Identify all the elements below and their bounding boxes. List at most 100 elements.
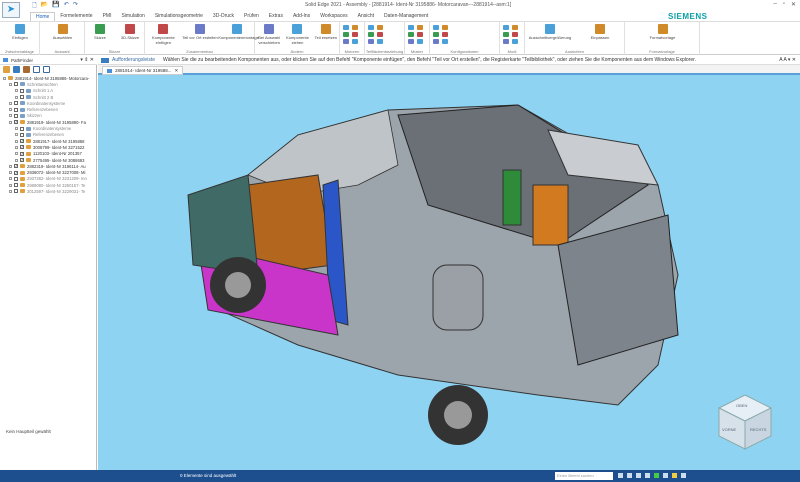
ribbon-button-einpassen[interactable]: Einpassen [575,24,625,40]
visibility-checkbox[interactable] [14,107,18,112]
save-icon[interactable]: 💾 [52,1,59,11]
tab-daten-management[interactable]: Daten-Management [379,12,433,21]
ribbon-button-formatvorlage[interactable]: Formatvorlage [625,24,700,40]
ribbon-button-bei-auswahl-verschieben[interactable]: Bei Auswahl verschieben [255,24,283,45]
fit-icon[interactable] [618,473,623,478]
expand-icon[interactable] [9,171,12,175]
small-tool-icon[interactable] [377,25,383,30]
expand-icon[interactable] [15,133,18,137]
tab-extras[interactable]: Extras [264,12,288,21]
expand-icon[interactable] [9,120,12,124]
ribbon-button-ausw-hlen[interactable]: Auswählen [40,24,85,40]
ribbon-button-3d-skizze[interactable]: 3D-Skizze [115,24,145,40]
small-tool-icon[interactable] [368,32,374,37]
font-size-icon[interactable]: A A ▾ ✕ [779,57,796,63]
small-tool-icon[interactable] [433,25,439,30]
expand-icon[interactable] [15,158,18,162]
zoom-icon[interactable] [627,473,632,478]
visibility-checkbox[interactable] [20,132,24,137]
tab-pmi[interactable]: PMI [98,12,117,21]
open-icon[interactable]: 📂 [41,1,48,11]
small-tool-icon[interactable] [408,25,414,30]
expand-icon[interactable] [15,127,18,131]
shade-icon[interactable] [672,473,677,478]
small-tool-icon[interactable] [368,25,374,30]
visibility-checkbox[interactable]: ✓ [20,145,24,150]
command-search-input[interactable]: Einen Befehl suchen [555,472,613,480]
tab-pr-fen[interactable]: Prüfen [239,12,264,21]
small-tool-icon[interactable] [442,39,448,44]
new-icon[interactable]: 🗋 [32,1,37,11]
expand-icon[interactable] [15,89,18,93]
ribbon-button-komponente-einf-gen[interactable]: Komponente einfügen [145,24,182,45]
small-tool-icon[interactable] [408,39,414,44]
visibility-checkbox[interactable]: ✓ [14,120,18,125]
render-icon[interactable] [681,473,686,478]
visibility-checkbox[interactable]: ✓ [20,139,24,144]
app-menu-button[interactable]: ➤ [2,2,20,18]
zoom-area-icon[interactable] [636,473,641,478]
small-tool-icon[interactable] [352,39,358,44]
tab-simulationsgeometrie[interactable]: Simulationsgeometrie [150,12,208,21]
document-tab[interactable]: 2881914- Ident-Nr 319588... ✕ [102,66,184,75]
small-tool-icon[interactable] [368,39,374,44]
ribbon-button-skizze[interactable]: Skizze [85,24,115,40]
expand-icon[interactable] [3,76,6,80]
filter-icon[interactable] [3,66,10,73]
small-tool-icon[interactable] [512,39,518,44]
small-tool-icon[interactable] [417,39,423,44]
options-icon[interactable] [43,66,50,73]
small-tool-icon[interactable] [512,25,518,30]
small-tool-icon[interactable] [377,39,383,44]
visibility-checkbox[interactable] [20,95,24,100]
expand-icon[interactable] [15,152,18,156]
redo-icon[interactable]: ↷ [73,1,78,11]
tab-home[interactable]: Home [30,12,56,21]
small-tool-icon[interactable] [408,32,414,37]
close-tab-icon[interactable]: ✕ [175,68,179,74]
ribbon-button-teil-ersetzen[interactable]: Teil ersetzen [312,24,340,40]
visibility-checkbox[interactable] [14,183,18,188]
expand-icon[interactable] [9,108,12,112]
small-tool-icon[interactable] [433,32,439,37]
small-tool-icon[interactable] [503,32,509,37]
tree-item[interactable]: 3012597- Ident-Nr 3229031- Te [0,188,97,194]
tab-simulation[interactable]: Simulation [116,12,149,21]
visibility-checkbox[interactable]: ✓ [14,170,18,175]
visibility-checkbox[interactable] [14,176,18,181]
pan-icon[interactable] [645,473,650,478]
rotate-icon[interactable] [654,473,659,478]
tab-workspaces[interactable]: Workspaces [315,12,352,21]
expand-icon[interactable] [9,82,12,86]
expand-icon[interactable] [9,177,12,181]
expand-icon[interactable] [9,189,12,193]
small-tool-icon[interactable] [433,39,439,44]
visibility-checkbox[interactable]: ✓ [14,164,18,169]
tree-item[interactable]: 2881914- Ident-Nr 3195886- Motorcara- [0,75,97,81]
ribbon-button-teil-vor-ort-erstellen[interactable]: Teil vor Ort erstellen [182,24,219,40]
panel-close-icon[interactable]: ▾ ⇕ ✕ [80,57,94,63]
small-tool-icon[interactable] [503,39,509,44]
ribbon-button-komponente-ziehen[interactable]: Komponente ziehen [283,24,311,45]
small-tool-icon[interactable] [343,25,349,30]
visibility-checkbox[interactable] [20,88,24,93]
view-icon[interactable] [663,473,668,478]
small-tool-icon[interactable] [512,32,518,37]
expand-icon[interactable] [9,164,12,168]
minimize-button[interactable]: – [773,1,776,8]
view-cube-top[interactable]: OBEN [736,403,747,408]
tools-icon[interactable] [23,66,30,73]
undo-icon[interactable]: ↶ [64,1,69,11]
visibility-checkbox[interactable]: ✓ [20,158,24,162]
ribbon-button-ausschnittvergr-erung[interactable]: Ausschnittvergrößerung [525,24,575,40]
expand-icon[interactable] [15,95,18,99]
expand-icon[interactable] [9,114,12,118]
ribbon-button-komponentenmontage[interactable]: Komponentenmontage [218,24,259,40]
view-cube[interactable]: OBEN VORNE RECHTS [716,393,774,451]
expand-icon[interactable] [9,183,12,187]
small-tool-icon[interactable] [352,25,358,30]
small-tool-icon[interactable] [343,32,349,37]
small-tool-icon[interactable] [343,39,349,44]
visibility-checkbox[interactable] [14,113,18,118]
tab-3d-druck[interactable]: 3D-Druck [208,12,239,21]
